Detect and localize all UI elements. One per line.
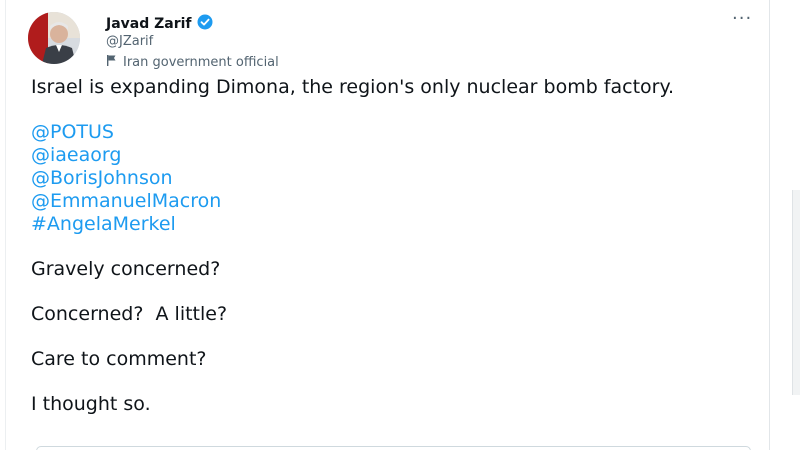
avatar-portrait-image [28,12,80,64]
author-block: Javad Zarif @JZarif Iran government offi [106,14,279,70]
government-label[interactable]: Iran government official [106,54,279,70]
government-label-text: Iran government official [123,54,279,70]
mention-link[interactable]: @EmmanuelMacron [31,190,751,213]
mention-link[interactable]: @POTUS [31,121,751,144]
tweet-card: Javad Zarif @JZarif Iran government offi [5,0,770,450]
quoted-card-edge [36,446,751,450]
tweet-line: Concerned? A little? [31,303,228,325]
tweet-intro: Israel is expanding Dimona, the region's… [31,76,675,98]
tweet-line: Care to comment? [31,348,207,370]
more-options-icon[interactable]: ··· [732,10,752,28]
verified-badge-icon [197,14,213,34]
author-name[interactable]: Javad Zarif [106,15,192,33]
mention-link[interactable]: @iaeaorg [31,144,751,167]
screenshot-stage: Javad Zarif @JZarif Iran government offi [0,0,800,450]
tweet-line: Gravely concerned? [31,258,221,280]
scrollbar[interactable] [792,190,800,395]
hashtag-link[interactable]: #AngelaMerkel [31,213,751,236]
author-handle[interactable]: @JZarif [106,34,279,50]
name-row: Javad Zarif [106,14,279,34]
avatar[interactable] [28,12,80,64]
tweet-line: I thought so. [31,393,151,415]
mention-link[interactable]: @BorisJohnson [31,167,751,190]
tweet-text: Israel is expanding Dimona, the region's… [31,76,751,416]
flag-icon [106,54,117,70]
